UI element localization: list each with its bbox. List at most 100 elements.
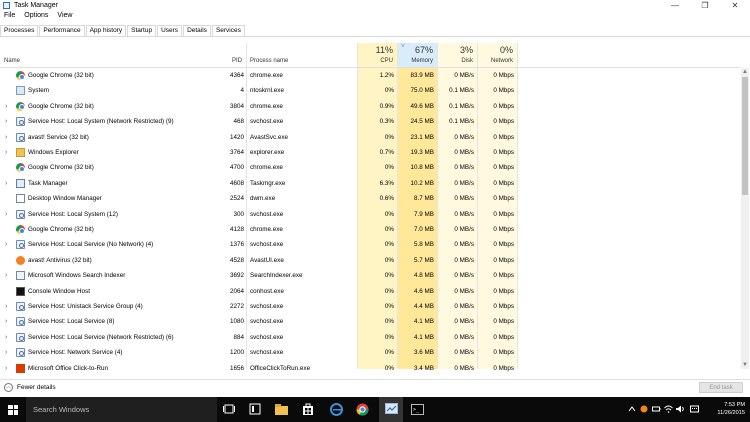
process-row[interactable]: Google Chrome (32 bit) 4364 chrome.exe 1.2%…: [0, 68, 740, 83]
image-name-cell: chrome.exe: [250, 72, 283, 79]
network-cell: 0 Mbps: [493, 195, 514, 203]
disk-cell: 0 MB/s: [454, 318, 474, 326]
process-row[interactable]: › Task Manager 4608 Taskmgr.exe 6.3% 10.2 MB 0…: [0, 176, 740, 191]
process-row[interactable]: avast! Antivirus (32 bit) 4528 AvastUI.exe…: [0, 253, 740, 268]
store-icon[interactable]: [301, 402, 315, 416]
column-header-process-name[interactable]: Process name: [250, 58, 288, 64]
expand-chevron-icon[interactable]: ›: [5, 268, 7, 283]
close-button[interactable]: ✕: [720, 0, 750, 11]
process-row[interactable]: › Service Host: Local Service (No Network…: [0, 237, 740, 252]
maximize-button[interactable]: ❐: [690, 0, 720, 11]
disk-cell: 0 MB/s: [454, 256, 474, 264]
expand-chevron-icon[interactable]: ›: [5, 130, 7, 145]
vertical-scrollbar[interactable]: ▲ ▼: [741, 68, 749, 369]
column-header-disk[interactable]: 3% Disk: [437, 37, 477, 67]
tab-processes[interactable]: Processes: [0, 25, 39, 36]
avast-tray-icon[interactable]: [640, 405, 648, 413]
volume-icon[interactable]: [676, 405, 684, 413]
wifi-icon[interactable]: [664, 405, 673, 413]
tab-strip: Processes Performance App history Startu…: [0, 25, 246, 36]
expand-chevron-icon[interactable]: ›: [5, 314, 7, 329]
menu-options[interactable]: Options: [20, 12, 53, 22]
process-row[interactable]: › Service Host: Local System (Network Res…: [0, 114, 740, 129]
network-cell: 0 Mbps: [493, 72, 514, 79]
expand-chevron-icon[interactable]: ›: [5, 114, 7, 129]
task-view-icon[interactable]: [222, 402, 236, 416]
expand-chevron-icon[interactable]: ›: [5, 99, 7, 114]
process-row[interactable]: Google Chrome (32 bit) 4700 chrome.exe 0% 10…: [0, 160, 740, 175]
taskbar-clock[interactable]: 7:53 PM 11/26/2015: [711, 401, 745, 417]
process-row[interactable]: › Service Host: Local System (12) 300 svcho…: [0, 207, 740, 222]
process-name-text: Microsoft Office Click-to-Run: [28, 364, 109, 372]
process-row[interactable]: › Service Host: Local Service (Network Re…: [0, 330, 740, 345]
tab-services[interactable]: Services: [211, 25, 245, 36]
network-cell: 0 Mbps: [493, 333, 514, 341]
cpu-label: CPU: [380, 58, 393, 64]
start-button[interactable]: [0, 397, 26, 422]
process-row[interactable]: › Google Chrome (32 bit) 3804 chrome.exe 0.9…: [0, 99, 740, 114]
process-row[interactable]: System 4 ntoskrnl.exe 0% 75.0 MB 0.1 MB/s 0 Mb…: [0, 83, 740, 98]
tab-app-history[interactable]: App history: [85, 25, 127, 36]
onenote-icon[interactable]: [248, 402, 262, 416]
disk-cell: 0 MB/s: [454, 210, 474, 218]
fewer-details-button[interactable]: ︿ Fewer details: [4, 383, 56, 392]
scroll-up-icon[interactable]: ▲: [741, 68, 749, 76]
process-row[interactable]: › Service Host: Local Service (8) 1080 svch…: [0, 314, 740, 329]
tab-performance[interactable]: Performance: [39, 25, 85, 36]
taskbar-search-box[interactable]: Search Windows: [26, 397, 217, 422]
menu-file[interactable]: File: [0, 12, 20, 22]
cpu-cell: 6.3%: [379, 179, 394, 187]
edge-icon[interactable]: [329, 402, 343, 416]
tab-startup[interactable]: Startup: [127, 25, 157, 36]
task-manager-icon: [16, 178, 25, 188]
minimize-button[interactable]: —: [660, 0, 690, 11]
image-name-cell: chrome.exe: [250, 226, 283, 233]
end-task-button[interactable]: End task: [699, 382, 743, 393]
process-row[interactable]: Desktop Window Manager 2524 dwm.exe 0.6% 8.7…: [0, 191, 740, 206]
process-row[interactable]: › Service Host: Network Service (4) 1200 sv…: [0, 345, 740, 360]
notification-chevron-icon[interactable]: [628, 405, 636, 413]
memory-label: Memory: [411, 58, 433, 64]
column-header-cpu[interactable]: 11% CPU: [357, 37, 397, 67]
process-row[interactable]: Console Window Host 2064 conhost.exe 0% 4.6 …: [0, 284, 740, 299]
expand-chevron-icon[interactable]: ›: [5, 237, 7, 252]
task-manager-taskbar-icon[interactable]: [384, 402, 398, 416]
expand-chevron-icon[interactable]: ›: [5, 207, 7, 222]
process-row[interactable]: Google Chrome (32 bit) 4128 chrome.exe 0% 7.…: [0, 222, 740, 237]
memory-cell: 24.5 MB: [410, 118, 434, 126]
expand-chevron-icon[interactable]: ›: [5, 330, 7, 345]
menu-view[interactable]: View: [53, 12, 77, 22]
input-language-icon[interactable]: [690, 405, 699, 413]
process-row[interactable]: › Microsoft Windows Search Indexer 3692 Sea…: [0, 268, 740, 283]
menu-bar: File Options View: [0, 12, 77, 22]
column-header-row: Name PID Process name 11% CPU ˅ 67% Memo…: [0, 37, 740, 68]
expand-chevron-icon[interactable]: ›: [5, 145, 7, 160]
service-host-icon: [16, 302, 25, 311]
process-name-text: Console Window Host: [28, 287, 90, 295]
tab-users[interactable]: Users: [157, 25, 183, 36]
column-header-pid[interactable]: PID: [232, 58, 242, 64]
process-row[interactable]: › Windows Explorer 3764 explorer.exe 0.7% 19.…: [0, 145, 740, 160]
process-row[interactable]: › Service Host: Unistack Service Group (4…: [0, 299, 740, 314]
process-row[interactable]: › avast! Service (32 bit) 1420 AvastSvc.exe…: [0, 130, 740, 145]
image-name-cell: svchost.exe: [250, 349, 284, 357]
chrome-taskbar-icon[interactable]: [355, 402, 369, 416]
column-header-memory[interactable]: ˅ 67% Memory: [397, 37, 437, 67]
tab-details[interactable]: Details: [183, 25, 211, 36]
expand-chevron-icon[interactable]: ›: [5, 176, 7, 191]
image-name-cell: chrome.exe: [250, 102, 283, 110]
window-title: Task Manager: [14, 2, 58, 9]
file-explorer-icon[interactable]: [274, 402, 288, 416]
column-header-name[interactable]: Name: [4, 58, 20, 64]
scroll-down-icon[interactable]: ▼: [741, 361, 749, 369]
expand-chevron-icon[interactable]: ›: [5, 345, 7, 360]
expand-chevron-icon[interactable]: ›: [5, 299, 7, 314]
disk-cell: 0 MB/s: [454, 303, 474, 310]
image-name-cell: svchost.exe: [250, 210, 284, 218]
scroll-thumb[interactable]: [742, 77, 748, 195]
column-header-network[interactable]: 0% Network: [477, 37, 517, 67]
expand-chevron-icon[interactable]: ›: [5, 361, 7, 376]
command-prompt-icon[interactable]: >_: [410, 402, 424, 416]
process-row[interactable]: › Microsoft Office Click-to-Run 1656 Office…: [0, 361, 740, 376]
battery-icon[interactable]: [652, 405, 661, 413]
